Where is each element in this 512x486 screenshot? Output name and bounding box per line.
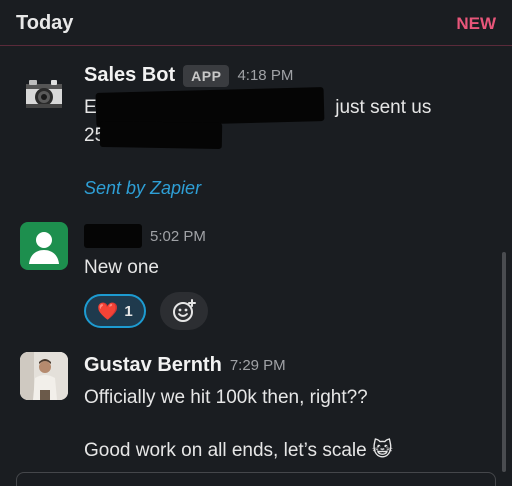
- timestamp[interactable]: 7:29 PM: [230, 357, 286, 374]
- sender-name[interactable]: Sales Bot: [84, 64, 175, 87]
- reaction-count: 1: [124, 302, 133, 320]
- message-sales-bot[interactable]: Sales Bot APP 4:18 PM E just sent us 25 …: [0, 58, 512, 208]
- cat-emoji-icon: 😺: [371, 439, 393, 461]
- sent-by-zapier-link[interactable]: Sent by Zapier: [84, 178, 201, 199]
- message-header: Sales Bot APP 4:18 PM: [84, 64, 293, 87]
- avatar[interactable]: [20, 352, 68, 400]
- camera-icon[interactable]: [20, 70, 68, 118]
- message-composer[interactable]: [16, 472, 496, 486]
- message-text: Good work on all ends, let’s scale: [84, 440, 367, 461]
- sender-name[interactable]: Gustav Bernth: [84, 354, 222, 377]
- message-gustav-bernth[interactable]: Gustav Bernth 7:29 PM Officially we hit …: [0, 346, 512, 476]
- day-divider: Today NEW: [0, 0, 512, 46]
- scrollbar[interactable]: [502, 252, 506, 472]
- timestamp[interactable]: 4:18 PM: [237, 67, 293, 84]
- day-label[interactable]: Today: [16, 12, 73, 35]
- message-text-suffix: just sent us: [335, 97, 432, 118]
- message-line-1: Officially we hit 100k then, right??: [84, 387, 368, 408]
- message-text-prefix: E: [84, 97, 97, 118]
- heart-reaction-button[interactable]: ❤️ 1: [84, 294, 146, 328]
- timestamp[interactable]: 5:02 PM: [150, 228, 206, 245]
- message-header: 5:02 PM: [84, 224, 206, 248]
- message-pane: Today NEW Sales Bot APP 4:18 PM E just s…: [0, 0, 512, 486]
- person-icon[interactable]: [20, 222, 68, 270]
- add-reaction-button[interactable]: [160, 292, 208, 330]
- redaction-mark: [99, 120, 223, 150]
- message-text: New one: [84, 257, 159, 278]
- message-redacted-sender[interactable]: 5:02 PM New one ❤️ 1: [0, 214, 512, 334]
- message-line-2: Good work on all ends, let’s scale 😺: [84, 436, 393, 465]
- add-emoji-icon: [173, 299, 196, 322]
- message-header: Gustav Bernth 7:29 PM: [84, 354, 286, 377]
- new-messages-label: NEW: [456, 14, 496, 33]
- heart-icon: ❤️: [97, 301, 119, 321]
- app-badge: APP: [183, 64, 230, 87]
- redacted-sender-name: [84, 224, 142, 248]
